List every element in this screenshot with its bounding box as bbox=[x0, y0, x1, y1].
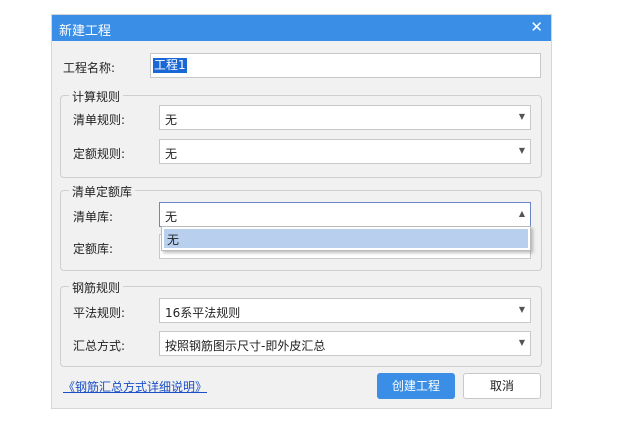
rebar-summary-help-link[interactable]: 《钢筋汇总方式详细说明》 bbox=[63, 378, 207, 395]
quota-library-label: 定额库: bbox=[73, 242, 114, 256]
bill-library-label: 清单库: bbox=[73, 210, 114, 224]
quota-rule-label: 定额规则: bbox=[73, 147, 126, 161]
flat-rule-label: 平法规则: bbox=[73, 306, 126, 320]
rebar-rules-legend: 钢筋规则 bbox=[69, 279, 124, 296]
chevron-down-icon: ▼ bbox=[518, 305, 525, 314]
chevron-down-icon: ▼ bbox=[518, 338, 525, 347]
chevron-down-icon: ▼ bbox=[518, 146, 525, 155]
flat-rule-select[interactable]: 16系平法规则 ▼ bbox=[159, 298, 531, 323]
calc-rules-legend: 计算规则 bbox=[69, 88, 124, 105]
bill-library-dropdown: 无 bbox=[161, 226, 531, 251]
project-name-label: 工程名称: bbox=[63, 61, 116, 75]
dialog-titlebar: 新建工程 ✕ bbox=[52, 15, 551, 41]
bill-rule-label: 清单规则: bbox=[73, 113, 126, 127]
new-project-dialog: 新建工程 ✕ 工程名称: 工程1 计算规则 清单规则: 无 ▼ 定额规则: 无 … bbox=[51, 14, 552, 409]
project-name-value: 工程1 bbox=[153, 58, 187, 73]
summary-method-select[interactable]: 按照钢筋图示尺寸-即外皮汇总 ▼ bbox=[159, 331, 531, 356]
quota-rule-value: 无 bbox=[165, 147, 178, 161]
bill-rule-value: 无 bbox=[165, 113, 178, 127]
close-icon[interactable]: ✕ bbox=[530, 18, 543, 36]
bill-library-select[interactable]: 无 ▲ bbox=[159, 202, 531, 227]
project-name-input[interactable]: 工程1 bbox=[150, 53, 541, 78]
dialog-title: 新建工程 bbox=[59, 24, 112, 39]
bill-rule-select[interactable]: 无 ▼ bbox=[159, 105, 531, 130]
flat-rule-value: 16系平法规则 bbox=[165, 306, 241, 320]
summary-method-value: 按照钢筋图示尺寸-即外皮汇总 bbox=[165, 339, 326, 353]
quota-rule-select[interactable]: 无 ▼ bbox=[159, 139, 531, 164]
create-project-button[interactable]: 创建工程 bbox=[377, 373, 455, 399]
dropdown-option[interactable]: 无 bbox=[164, 229, 528, 248]
summary-method-label: 汇总方式: bbox=[73, 339, 126, 353]
dropdown-option-label: 无 bbox=[167, 233, 180, 247]
chevron-up-icon: ▲ bbox=[518, 209, 525, 218]
bill-library-value: 无 bbox=[165, 210, 178, 224]
cancel-button[interactable]: 取消 bbox=[463, 373, 541, 399]
chevron-down-icon: ▼ bbox=[518, 112, 525, 121]
bill-quota-library-legend: 清单定额库 bbox=[69, 183, 136, 200]
